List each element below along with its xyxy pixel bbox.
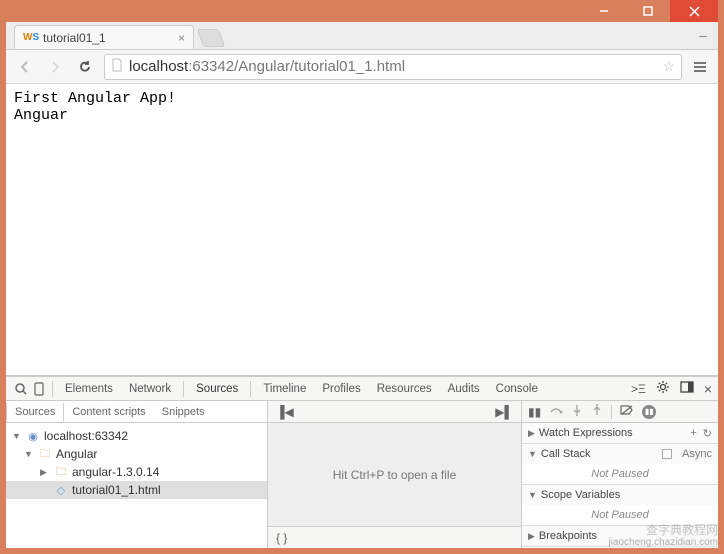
inspect-icon[interactable] (12, 382, 30, 396)
devtools-body: Sources Content scripts Snippets ▼◉local… (6, 401, 718, 548)
sources-sidebar-tabs: Sources Content scripts Snippets (6, 401, 267, 423)
editor-top-bar: ▐◀ ▶▌ (268, 401, 521, 423)
tab-favicon: WS (23, 31, 37, 45)
reload-button[interactable] (74, 56, 96, 78)
async-checkbox[interactable] (662, 449, 672, 459)
url-path: /Angular/tutorial01_1.html (234, 58, 405, 75)
back-button[interactable] (14, 56, 36, 78)
sources-editor: ▐◀ ▶▌ Hit Ctrl+P to open a file { } (268, 401, 522, 548)
device-icon[interactable] (30, 382, 48, 396)
url-input[interactable]: localhost:63342/Angular/tutorial01_1.htm… (104, 54, 682, 80)
refresh-watch-icon[interactable]: ↻ (703, 427, 712, 440)
tree-host[interactable]: ▼◉localhost:63342 (6, 427, 267, 445)
url-host: localhost (129, 58, 188, 75)
dock-icon[interactable] (680, 381, 694, 396)
watch-section: ▶Watch Expressions+↻ (522, 423, 718, 444)
tab-timeline[interactable]: Timeline (255, 379, 314, 399)
devtools: Elements Network Sources Timeline Profil… (6, 375, 718, 548)
editor-next-icon[interactable]: ▶▌ (495, 405, 513, 419)
tree-file-tutorial[interactable]: ◇tutorial01_1.html (6, 481, 267, 499)
tab-console[interactable]: Console (488, 379, 546, 399)
step-into-icon[interactable] (571, 404, 583, 419)
step-out-icon[interactable] (591, 404, 603, 419)
url-port: :63342 (188, 58, 234, 75)
sources-sidebar: Sources Content scripts Snippets ▼◉local… (6, 401, 268, 548)
browser-window: WS tutorial01_1 × – localhost:63342/Angu… (6, 0, 718, 548)
tab-sources[interactable]: Sources (188, 379, 246, 399)
add-watch-icon[interactable]: + (690, 427, 696, 439)
scope-section: ▼Scope Variables Not Paused (522, 485, 718, 526)
pause-icon[interactable]: ▮▮ (528, 405, 541, 419)
breakpoints-section: ▶Breakpoints (522, 526, 718, 547)
deactivate-breakpoints-icon[interactable] (620, 404, 634, 419)
tree-folder-angular-lib[interactable]: ▶🗀angular-1.3.0.14 (6, 463, 267, 481)
format-braces-icon[interactable]: { } (276, 531, 287, 545)
editor-prev-icon[interactable]: ▐◀ (276, 405, 294, 419)
debugger-sidebar: ▮▮ ▮▮ ▶Watch Expressions+↻ ▼Call StackAs… (522, 401, 718, 548)
callstack-section: ▼Call StackAsync Not Paused (522, 444, 718, 485)
sidebar-tab-content-scripts[interactable]: Content scripts (64, 403, 153, 421)
pause-on-exceptions-icon[interactable]: ▮▮ (642, 405, 656, 419)
minimize-button[interactable] (582, 0, 626, 22)
debugger-toolbar: ▮▮ ▮▮ (522, 401, 718, 423)
forward-button[interactable] (44, 56, 66, 78)
settings-gear-icon[interactable] (656, 380, 670, 397)
tab-network[interactable]: Network (121, 379, 179, 399)
step-over-icon[interactable] (549, 404, 563, 419)
close-button[interactable] (670, 0, 718, 22)
devtools-close-icon[interactable]: × (704, 381, 712, 397)
tab-strip: WS tutorial01_1 × – (6, 22, 718, 50)
watch-header[interactable]: ▶Watch Expressions+↻ (522, 423, 718, 443)
sidebar-tab-sources[interactable]: Sources (6, 403, 64, 422)
tab-close-icon[interactable]: × (178, 31, 185, 45)
folder-icon: 🗀 (54, 463, 68, 482)
tab-audits[interactable]: Audits (440, 379, 488, 399)
breakpoints-header[interactable]: ▶Breakpoints (522, 526, 718, 546)
devtools-toolbar: Elements Network Sources Timeline Profil… (6, 377, 718, 401)
globe-icon: ◉ (26, 430, 40, 443)
address-bar: localhost:63342/Angular/tutorial01_1.htm… (6, 50, 718, 84)
tab-elements[interactable]: Elements (57, 379, 121, 399)
editor-bottom-bar: { } (268, 526, 521, 548)
new-tab-button[interactable] (197, 29, 226, 47)
maximize-button[interactable] (626, 0, 670, 22)
tree-folder-angular[interactable]: ▼🗀Angular (6, 445, 267, 463)
page-icon (111, 58, 123, 76)
callstack-body: Not Paused (522, 464, 718, 484)
scope-body: Not Paused (522, 505, 718, 525)
editor-hint: Hit Ctrl+P to open a file (268, 423, 521, 526)
window-chevron-icon[interactable]: – (694, 28, 712, 42)
devtools-tabs: Elements Network Sources Timeline Profil… (57, 379, 546, 399)
tab-resources[interactable]: Resources (369, 379, 440, 399)
tab-profiles[interactable]: Profiles (314, 379, 368, 399)
page-content: First Angular App! Anguar (6, 84, 718, 375)
callstack-header[interactable]: ▼Call StackAsync (522, 444, 718, 464)
tab-title: tutorial01_1 (43, 31, 106, 45)
bookmark-star-icon[interactable]: ☆ (662, 58, 675, 75)
browser-tab[interactable]: WS tutorial01_1 × (14, 25, 194, 49)
scope-header[interactable]: ▼Scope Variables (522, 485, 718, 505)
sidebar-tab-snippets[interactable]: Snippets (154, 403, 213, 421)
file-icon: ◇ (54, 484, 68, 497)
folder-icon: 🗀 (38, 445, 52, 464)
drawer-toggle-icon[interactable]: >Ξ (631, 382, 646, 396)
file-tree: ▼◉localhost:63342 ▼🗀Angular ▶🗀angular-1.… (6, 423, 267, 503)
menu-button[interactable] (690, 57, 710, 77)
os-titlebar (6, 0, 718, 22)
